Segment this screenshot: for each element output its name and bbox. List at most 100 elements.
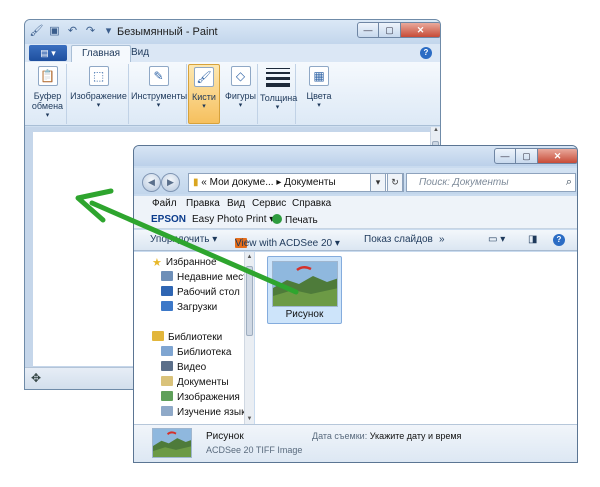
nav-desktop-label: Рабочий стол <box>177 287 240 298</box>
acdsee-label: View with ACDSee 20 ▾ <box>235 238 340 249</box>
epson-print-button[interactable]: Печать <box>272 214 318 226</box>
nav-library[interactable]: Библиотека <box>161 346 231 358</box>
downloads-icon <box>161 301 173 311</box>
maximize-button[interactable]: ▢ <box>379 22 401 38</box>
menu-edit[interactable]: Правка <box>186 198 220 209</box>
refresh-button[interactable]: ↻ <box>387 173 403 192</box>
customize-qat-icon[interactable]: ▾ <box>101 24 116 39</box>
chevron-down-icon: ▾ <box>202 103 206 110</box>
breadcrumb-documents[interactable]: Документы <box>284 177 336 188</box>
paint-window-controls: — ▢ ✕ <box>357 22 440 38</box>
nav-documents-label: Документы <box>177 377 229 388</box>
ribbon-tools[interactable]: ✎ Инструменты ▾ <box>131 64 187 124</box>
folder-icon <box>161 406 173 416</box>
nav-documents[interactable]: Документы <box>161 376 229 388</box>
search-input[interactable]: Поиск: Документы ⌕ <box>406 173 576 192</box>
print-label: Печать <box>285 215 318 226</box>
scroll-thumb[interactable] <box>246 266 253 336</box>
menu-file[interactable]: Файл <box>152 198 177 209</box>
easy-photo-print-button[interactable]: Easy Photo Print ▾ <box>192 214 274 225</box>
address-dropdown-button[interactable]: ▾ <box>370 173 386 192</box>
scroll-up-icon[interactable]: ▲ <box>431 127 440 137</box>
menu-bar: Файл Правка Вид Сервис Справка <box>134 196 577 212</box>
colors-icon: ▦ <box>309 66 329 86</box>
shapes-label: Фигуры <box>224 91 257 101</box>
tab-view[interactable]: Вид <box>121 45 159 62</box>
quick-access-toolbar: 🖌 ▣ ↶ ↷ ▾ <box>29 24 116 39</box>
menu-tools[interactable]: Сервис <box>252 198 286 209</box>
nav-video[interactable]: Видео <box>161 361 206 373</box>
epson-toolbar: EPSON Easy Photo Print ▾ Печать <box>134 212 577 229</box>
close-button[interactable]: ✕ <box>538 148 577 164</box>
paint-menu-button[interactable]: ▤ ▾ <box>29 45 67 61</box>
details-date-value[interactable]: Укажите дату и время <box>370 431 462 441</box>
ribbon-clipboard[interactable]: 📋 Буфер обмена ▾ <box>29 64 67 124</box>
search-icon[interactable]: ⌕ <box>566 174 572 191</box>
clipboard-icon: 📋 <box>37 66 58 86</box>
image-thumbnail <box>272 261 338 307</box>
nav-downloads-label: Загрузки <box>177 302 218 313</box>
chevron-down-icon: ▾ <box>45 112 50 119</box>
file-name: Рисунок <box>285 309 324 320</box>
back-button[interactable]: ◀ <box>142 173 161 192</box>
forward-button[interactable]: ▶ <box>161 173 180 192</box>
search-placeholder: Поиск: Документы <box>419 177 509 188</box>
ribbon-image[interactable]: ⬚ Изображение ▾ <box>69 64 129 124</box>
more-commands-button[interactable]: » <box>439 234 445 245</box>
nav-images-label: Изображения <box>177 392 240 403</box>
nav-language-learning[interactable]: Изучение языка <box>161 406 251 418</box>
nav-libraries[interactable]: Библиотеки <box>152 331 222 343</box>
ribbon-brushes[interactable]: 🖌 Кисти ▾ <box>188 64 220 124</box>
menu-view[interactable]: Вид <box>227 198 245 209</box>
details-date: Дата съемки: Укажите дату и время <box>312 431 461 441</box>
image-select-icon: ⬚ <box>88 66 109 86</box>
brush-icon: 🖌 <box>194 67 214 87</box>
slideshow-button[interactable]: Показ слайдов <box>364 234 433 245</box>
organize-button[interactable]: Упорядочить ▾ <box>150 234 217 245</box>
preview-pane-icon[interactable]: ◨ <box>528 234 537 245</box>
nav-library-label: Библиотека <box>177 347 232 358</box>
paint-titlebar: 🖌 ▣ ↶ ↷ ▾ Безымянный - Paint — ▢ ✕ <box>25 20 440 44</box>
libraries-icon <box>152 331 164 341</box>
help-icon[interactable]: ? <box>553 234 565 246</box>
image-label: Изображение <box>70 91 127 101</box>
nav-downloads[interactable]: Загрузки <box>161 301 217 313</box>
tools-icon: ✎ <box>148 66 169 86</box>
breadcrumb-my-documents[interactable]: Мои докуме... <box>210 177 274 188</box>
print-icon <box>272 214 282 224</box>
paint-app-icon[interactable]: 🖌 <box>29 24 44 39</box>
nav-recent-places[interactable]: Недавние места <box>161 271 253 283</box>
star-icon: ★ <box>152 257 162 269</box>
ribbon: 📋 Буфер обмена ▾ ⬚ Изображение ▾ ✎ Инстр… <box>25 62 440 126</box>
view-options-icon[interactable]: ▭ ▾ <box>488 234 505 245</box>
nav-images[interactable]: Изображения <box>161 391 240 403</box>
file-item-picture[interactable]: Рисунок <box>267 256 342 324</box>
colors-label: Цвета <box>306 91 332 101</box>
chevron-down-icon: ▾ <box>317 102 321 109</box>
ribbon-thickness[interactable]: Толщина ▾ <box>260 64 298 124</box>
maximize-button[interactable]: ▢ <box>516 148 538 164</box>
menu-help[interactable]: Справка <box>292 198 331 209</box>
nav-recent-label: Недавние места <box>177 272 254 283</box>
save-icon[interactable]: ▣ <box>47 24 62 39</box>
chevron-down-icon: ▾ <box>156 102 161 109</box>
ribbon-shapes[interactable]: ◇ Фигуры ▾ <box>224 64 258 124</box>
minimize-button[interactable]: — <box>357 22 379 38</box>
ribbon-colors[interactable]: ▦ Цвета ▾ <box>304 64 334 124</box>
scroll-up-icon[interactable]: ▲ <box>245 254 254 260</box>
redo-icon[interactable]: ↷ <box>83 24 98 39</box>
images-icon <box>161 391 173 401</box>
undo-icon[interactable]: ↶ <box>65 24 80 39</box>
minimize-button[interactable]: — <box>494 148 516 164</box>
thickness-label: Толщина <box>260 93 298 103</box>
desktop-icon <box>161 286 173 296</box>
details-thumbnail <box>152 428 192 458</box>
navigation-scrollbar[interactable]: ▲ ▼ <box>244 252 254 424</box>
close-button[interactable]: ✕ <box>401 22 440 38</box>
nav-desktop[interactable]: Рабочий стол <box>161 286 240 298</box>
breadcrumb-separator[interactable]: ▸ <box>276 177 281 188</box>
nav-favorites[interactable]: ★ Избранное <box>152 256 217 269</box>
scroll-down-icon[interactable]: ▼ <box>245 416 254 422</box>
thickness-icon <box>265 68 290 87</box>
help-icon[interactable]: ? <box>420 47 432 59</box>
